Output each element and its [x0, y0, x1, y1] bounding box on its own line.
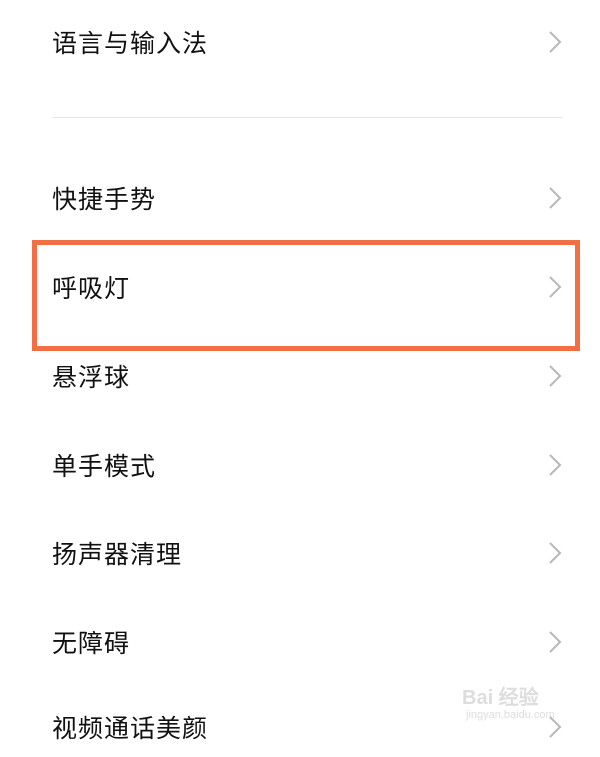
settings-item-label: 快捷手势	[52, 185, 157, 214]
settings-item-label: 呼吸灯	[52, 274, 131, 303]
chevron-right-icon	[549, 454, 562, 476]
settings-item-floating-ball[interactable]: 悬浮球	[0, 346, 600, 406]
chevron-right-icon	[549, 365, 562, 387]
settings-item-label: 语言与输入法	[52, 29, 209, 58]
settings-item-speaker-cleaning[interactable]: 扬声器清理	[0, 523, 600, 583]
settings-item-label: 视频通话美颜	[52, 714, 209, 743]
settings-item-one-hand-mode[interactable]: 单手模式	[0, 435, 600, 495]
watermark-brand: Bai 经验	[462, 687, 539, 709]
settings-item-breathing-light[interactable]: 呼吸灯	[0, 257, 600, 317]
chevron-right-icon	[549, 542, 562, 564]
settings-item-quick-gestures[interactable]: 快捷手势	[0, 168, 600, 228]
section-divider	[52, 117, 562, 118]
settings-item-accessibility[interactable]: 无障碍	[0, 612, 600, 672]
chevron-right-icon	[549, 276, 562, 298]
settings-item-label: 单手模式	[52, 452, 157, 481]
chevron-right-icon	[549, 187, 562, 209]
settings-item-label: 无障碍	[52, 629, 131, 658]
chevron-right-icon	[549, 31, 562, 53]
chevron-right-icon	[549, 631, 562, 653]
watermark-url: jingyan.baidu.com	[466, 709, 555, 721]
settings-item-label: 悬浮球	[52, 363, 131, 392]
baidu-jingyan-watermark: Bai 经验 jingyan.baidu.com	[456, 679, 596, 731]
settings-item-label: 扬声器清理	[52, 540, 183, 569]
settings-item-language-input[interactable]: 语言与输入法	[0, 12, 600, 72]
